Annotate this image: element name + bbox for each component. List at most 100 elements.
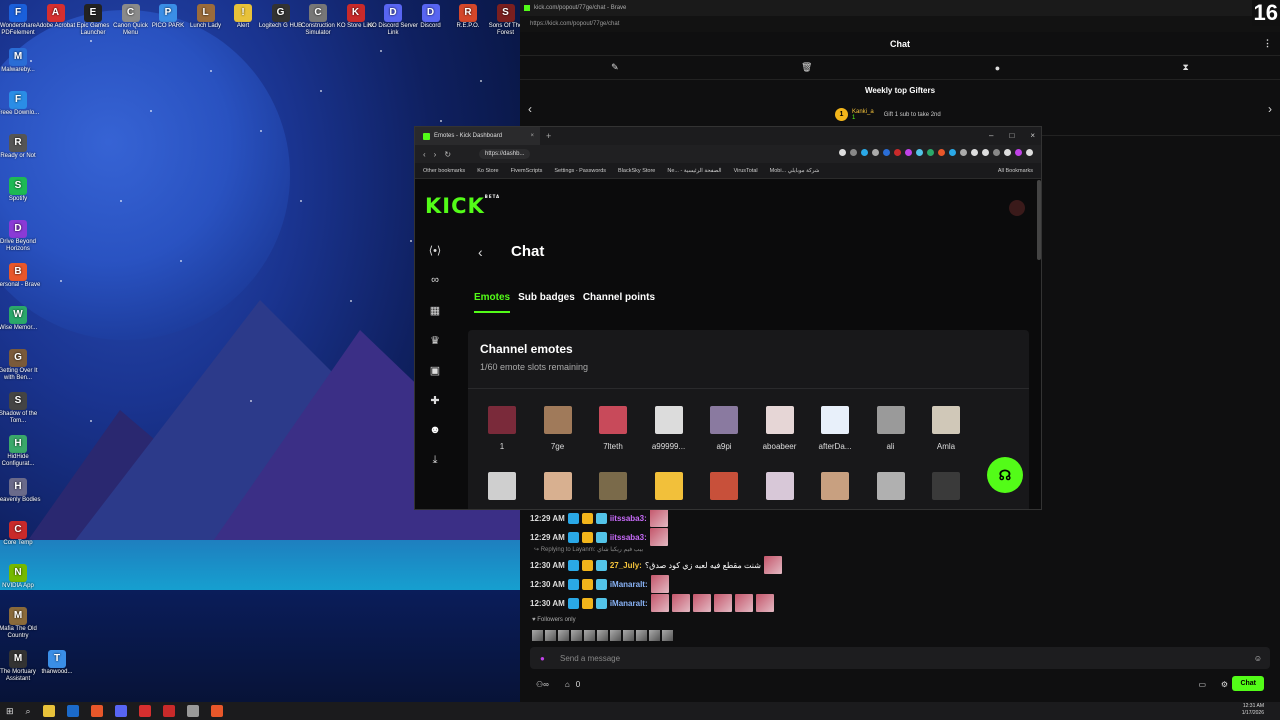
- acrobat-icon[interactable]: [138, 705, 151, 717]
- address-bar[interactable]: https://dashb...: [479, 149, 531, 159]
- chat-message[interactable]: 12:30 AM iManaralt:: [530, 575, 669, 593]
- emote-item[interactable]: [920, 472, 972, 500]
- avatar[interactable]: [545, 630, 556, 641]
- app-icon[interactable]: [162, 705, 175, 717]
- desktop-icon[interactable]: S Shadow of the Tom...: [0, 392, 43, 425]
- message-username[interactable]: iManaralt:: [610, 599, 648, 608]
- download-icon[interactable]: ⤓: [425, 454, 445, 484]
- emote-item[interactable]: 7lteth: [587, 406, 639, 451]
- extension-icon[interactable]: [960, 149, 967, 156]
- link-icon[interactable]: ∞: [425, 274, 445, 304]
- emote-item[interactable]: a9pi: [698, 406, 750, 451]
- maximize-icon[interactable]: □: [1009, 127, 1014, 145]
- desktop-icon[interactable]: S Spotify: [0, 177, 43, 203]
- emote-item[interactable]: [532, 472, 584, 500]
- desktop-icon[interactable]: C Core Temp: [0, 521, 43, 547]
- avatar[interactable]: [636, 630, 647, 641]
- mic-icon[interactable]: ●: [540, 654, 545, 663]
- chat-message[interactable]: 12:30 AM iManaralt:: [530, 594, 774, 612]
- extension-icon[interactable]: [905, 149, 912, 156]
- scrollbar[interactable]: [1037, 180, 1041, 260]
- brave-icon[interactable]: [210, 705, 223, 717]
- trash-icon[interactable]: 🗑: [801, 62, 812, 73]
- close-tab-icon[interactable]: ×: [530, 133, 534, 139]
- wrench-icon[interactable]: ✚: [425, 394, 445, 424]
- discord-icon[interactable]: [114, 705, 127, 717]
- steam-icon[interactable]: [66, 705, 79, 717]
- emote-item[interactable]: ali: [865, 406, 917, 451]
- avatar[interactable]: [584, 630, 595, 641]
- bookmark-item[interactable]: Ko Store: [477, 168, 498, 174]
- avatar[interactable]: [1009, 200, 1025, 216]
- users-infinity-icon[interactable]: ⚇∞: [536, 680, 549, 689]
- avatar[interactable]: [558, 630, 569, 641]
- extension-icon[interactable]: [1026, 149, 1033, 156]
- hourglass-icon[interactable]: ⧗: [1183, 62, 1189, 73]
- chat-settings-bubble-icon[interactable]: ▭: [1198, 680, 1206, 689]
- desktop-icon[interactable]: W Wise Memor...: [0, 306, 43, 332]
- gift-icon[interactable]: ⌂: [565, 680, 570, 689]
- extension-icon[interactable]: [850, 149, 857, 156]
- message-username[interactable]: iitssaba3:: [610, 533, 647, 542]
- extension-icon[interactable]: [982, 149, 989, 156]
- extension-icon[interactable]: [861, 149, 868, 156]
- emote-item[interactable]: [809, 472, 861, 500]
- windows-start-icon[interactable]: ⊞: [6, 706, 14, 717]
- tab-sub-badges[interactable]: Sub badges: [518, 292, 575, 313]
- extension-icon[interactable]: [949, 149, 956, 156]
- forward-icon[interactable]: ›: [434, 150, 437, 159]
- desktop-icon[interactable]: M Malwareby...: [0, 48, 43, 74]
- pin-icon[interactable]: ✎: [611, 62, 619, 73]
- emote-item[interactable]: [865, 472, 917, 500]
- bookmark-item[interactable]: BlackSky Store: [618, 168, 655, 174]
- system-clock[interactable]: 12:31 AM 1/17/2026: [1242, 703, 1264, 717]
- search-icon[interactable]: ⌕: [26, 706, 31, 717]
- extension-icon[interactable]: [993, 149, 1000, 156]
- chat-message[interactable]: 12:30 AM 27_July: شنت مقطع فيه لعبه زي كود…: [530, 556, 782, 574]
- tab-channel-points[interactable]: Channel points: [583, 292, 655, 313]
- emote-item[interactable]: Amla: [920, 406, 972, 451]
- brave-icon[interactable]: [90, 705, 103, 717]
- bookmark-item[interactable]: Ne... - الصفحة الرئيسية: [667, 168, 721, 174]
- emote-item[interactable]: [476, 472, 528, 500]
- back-icon[interactable]: ‹: [423, 150, 426, 159]
- message-username[interactable]: iManaralt:: [610, 580, 648, 589]
- analytics-icon[interactable]: ▦: [425, 304, 445, 334]
- file-explorer-icon[interactable]: [42, 705, 55, 717]
- new-tab-icon[interactable]: +: [546, 131, 551, 141]
- extension-icon[interactable]: [971, 149, 978, 156]
- desktop-icon[interactable]: S Sons Of The Forest: [481, 4, 520, 37]
- desktop-icon[interactable]: B Personal - Brave: [0, 263, 43, 289]
- extension-icon[interactable]: [927, 149, 934, 156]
- emote-item[interactable]: 1: [476, 406, 528, 451]
- emote-item[interactable]: [643, 472, 695, 500]
- minimize-icon[interactable]: –: [989, 127, 993, 145]
- popout-address-bar[interactable]: https://kick.com/popout/77ge/chat: [520, 16, 1280, 32]
- support-headset-icon[interactable]: ☊: [987, 457, 1023, 493]
- extension-icon[interactable]: [938, 149, 945, 156]
- message-username[interactable]: 27_July:: [610, 561, 642, 570]
- top-gifter[interactable]: 1 Kanki_a 1 Gift 1 sub to take 2nd: [835, 108, 941, 121]
- desktop-icon[interactable]: HHeavenly Bodies: [0, 478, 43, 504]
- gear-icon[interactable]: ⚙: [1221, 680, 1228, 689]
- more-options-icon[interactable]: ⋮: [1263, 38, 1272, 49]
- desktop-icon[interactable]: R Ready or Not: [0, 134, 43, 160]
- avatar[interactable]: [532, 630, 543, 641]
- extension-icon[interactable]: [894, 149, 901, 156]
- extension-icon[interactable]: [916, 149, 923, 156]
- avatar[interactable]: [623, 630, 634, 641]
- extension-icon[interactable]: [883, 149, 890, 156]
- emoji-icon[interactable]: ☺: [1254, 654, 1262, 663]
- send-message-input[interactable]: ● Send a message ☺: [530, 647, 1270, 669]
- broadcast-icon[interactable]: ⟨•⟩: [425, 244, 445, 274]
- bookmark-item[interactable]: FivemScripts: [511, 168, 543, 174]
- emote-item[interactable]: a99999...: [643, 406, 695, 451]
- chat-send-button[interactable]: Chat: [1232, 676, 1264, 691]
- trophy-icon[interactable]: ♛: [425, 334, 445, 364]
- chat-bubble-icon[interactable]: ●: [995, 63, 1000, 73]
- desktop-icon[interactable]: D Drive Beyond Horizons: [0, 220, 43, 253]
- extension-icon[interactable]: [1004, 149, 1011, 156]
- reload-icon[interactable]: ↻: [444, 150, 451, 159]
- settings-app-icon[interactable]: [186, 705, 199, 717]
- chevron-right-icon[interactable]: ›: [1268, 102, 1272, 116]
